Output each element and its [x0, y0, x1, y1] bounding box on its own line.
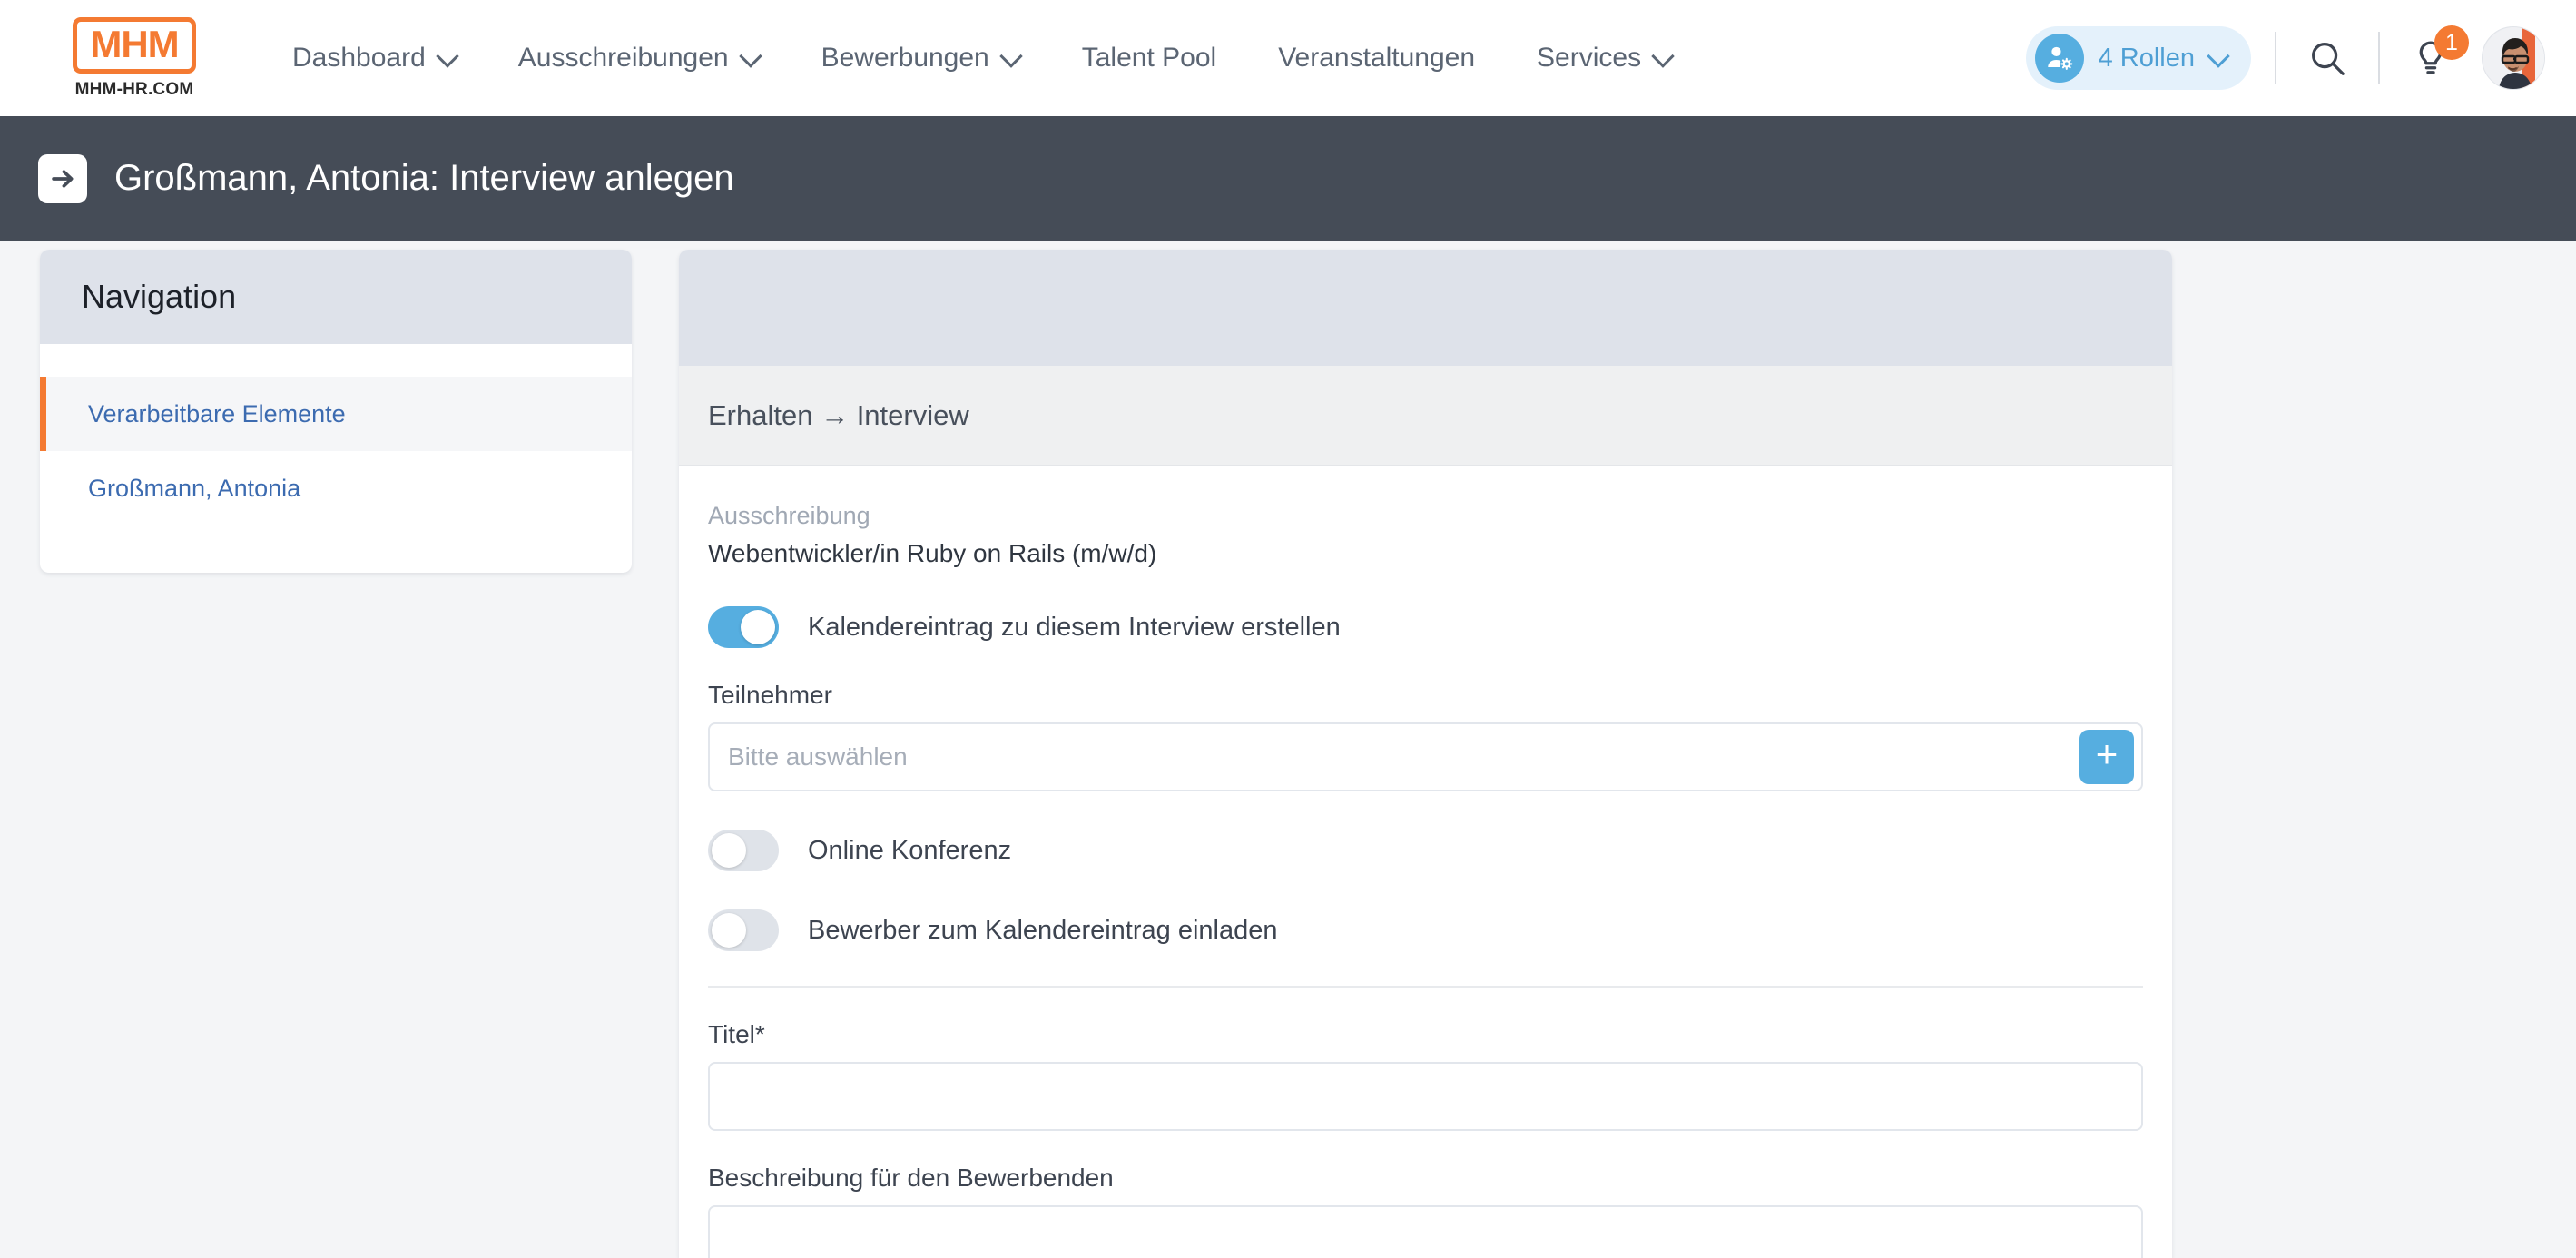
toggle-label: Bewerber zum Kalendereintrag einladen — [808, 915, 1278, 945]
description-block: Beschreibung für den Bewerbenden — [708, 1164, 2143, 1258]
nav-label: Services — [1537, 43, 1642, 73]
participants-label: Teilnehmer — [708, 681, 832, 709]
logo-subtitle: MHM-HR.COM — [74, 79, 194, 99]
logo-box: MHM — [73, 16, 196, 74]
add-participant-button[interactable]: + — [2079, 730, 2134, 784]
breadcrumb-text: Erhalten → Interview — [708, 398, 969, 431]
toggle-label: Online Konferenz — [808, 835, 1012, 865]
nav-label: Ausschreibungen — [517, 43, 729, 73]
title-input-wrap — [708, 1062, 2143, 1131]
navigation-card-header: Navigation — [40, 250, 632, 344]
navigation-card-title: Navigation — [82, 278, 237, 315]
sidebar-item-label: Großmann, Antonia — [88, 474, 301, 502]
chevron-down-icon — [2209, 46, 2227, 64]
divider — [2275, 32, 2276, 84]
tips-button[interactable]: 1 — [2404, 25, 2469, 85]
nav-item-talent-pool[interactable]: Talent Pool — [1051, 34, 1247, 83]
nav-item-dashboard[interactable]: Dashboard — [261, 34, 487, 83]
title-label: Titel* — [708, 1020, 765, 1048]
toggle-knob — [741, 610, 775, 644]
navbar-right-actions: 4 Rollen 1 — [2025, 25, 2545, 90]
navigation-card: Navigation Verarbeitbare Elemente Großma… — [40, 250, 632, 573]
user-avatar-photo — [2483, 27, 2544, 89]
top-navbar: MHM MHM-HR.COM Dashboard Ausschreibungen… — [0, 0, 2576, 116]
nav-label: Dashboard — [292, 43, 426, 73]
user-gear-icon — [2034, 34, 2084, 83]
participants-block: Teilnehmer + — [708, 681, 2143, 791]
toggle-label: Kalendereintrag zu diesem Interview erst… — [808, 612, 1341, 642]
toggle-knob — [712, 833, 746, 868]
primary-navigation: Dashboard Ausschreibungen Bewerbungen Ta… — [261, 34, 2026, 83]
description-textarea-wrap — [708, 1205, 2143, 1258]
page-title: Großmann, Antonia: Interview anlegen — [114, 158, 734, 198]
chevron-down-icon — [1002, 46, 1020, 64]
description-textarea[interactable] — [710, 1207, 2141, 1258]
job-posting-value: Webentwickler/in Ruby on Rails (m/w/d) — [708, 539, 1157, 567]
participants-input[interactable] — [710, 724, 2079, 790]
sidebar-item-grossmann-antonia[interactable]: Großmann, Antonia — [40, 451, 632, 526]
plus-icon: + — [2095, 732, 2119, 775]
nav-item-veranstaltungen[interactable]: Veranstaltungen — [1247, 34, 1506, 83]
search-icon — [2312, 43, 2345, 75]
toggle-invite-applicant[interactable] — [708, 909, 779, 951]
toggle-row-create-calendar-entry: Kalendereintrag zu diesem Interview erst… — [708, 606, 2143, 648]
roles-selector[interactable]: 4 Rollen — [2025, 26, 2251, 90]
main-card-header-band — [679, 250, 2172, 366]
toggle-row-online-conference: Online Konferenz — [708, 830, 2143, 871]
participants-input-wrap: + — [708, 722, 2143, 791]
toggle-knob — [712, 913, 746, 948]
nav-item-services[interactable]: Services — [1506, 34, 1703, 83]
nav-item-bewerbungen[interactable]: Bewerbungen — [791, 34, 1051, 83]
section-divider — [708, 986, 2143, 988]
search-button[interactable] — [2300, 31, 2355, 85]
job-posting-label: Ausschreibung — [708, 502, 870, 529]
title-block: Titel* — [708, 1020, 2143, 1131]
nav-label: Bewerbungen — [821, 43, 989, 73]
nav-item-ausschreibungen[interactable]: Ausschreibungen — [487, 34, 791, 83]
brand-logo[interactable]: MHM MHM-HR.COM — [44, 16, 225, 100]
description-label: Beschreibung für den Bewerbenden — [708, 1164, 1114, 1192]
job-posting-block: Ausschreibung Webentwickler/in Ruby on R… — [708, 502, 2143, 568]
navigation-card-body: Verarbeitbare Elemente Großmann, Antonia — [40, 344, 632, 573]
tips-badge: 1 — [2434, 25, 2469, 60]
title-input[interactable] — [710, 1064, 2141, 1129]
chevron-down-icon — [438, 46, 457, 64]
toggle-online-conference[interactable] — [708, 830, 779, 871]
divider — [2378, 32, 2380, 84]
page-header: Großmann, Antonia: Interview anlegen — [0, 116, 2576, 241]
toggle-row-invite-applicant: Bewerber zum Kalendereintrag einladen — [708, 909, 2143, 951]
chevron-down-icon — [1654, 46, 1672, 64]
main-content-card: Erhalten → Interview Ausschreibung Weben… — [679, 250, 2172, 1258]
chevron-down-icon — [742, 46, 760, 64]
avatar[interactable] — [2482, 26, 2545, 90]
breadcrumb: Erhalten → Interview — [679, 366, 2172, 466]
roles-label: 4 Rollen — [2098, 43, 2195, 73]
toggle-create-calendar-entry[interactable] — [708, 606, 779, 648]
arrow-right-in-box-icon[interactable] — [38, 153, 87, 203]
sidebar-item-label: Verarbeitbare Elemente — [88, 399, 346, 428]
sidebar-item-verarbeitbare-elemente[interactable]: Verarbeitbare Elemente — [40, 377, 632, 451]
nav-label: Veranstaltungen — [1278, 43, 1476, 73]
logo-text: MHM — [90, 22, 179, 65]
interview-form: Ausschreibung Webentwickler/in Ruby on R… — [679, 466, 2172, 1258]
nav-label: Talent Pool — [1081, 43, 1217, 73]
